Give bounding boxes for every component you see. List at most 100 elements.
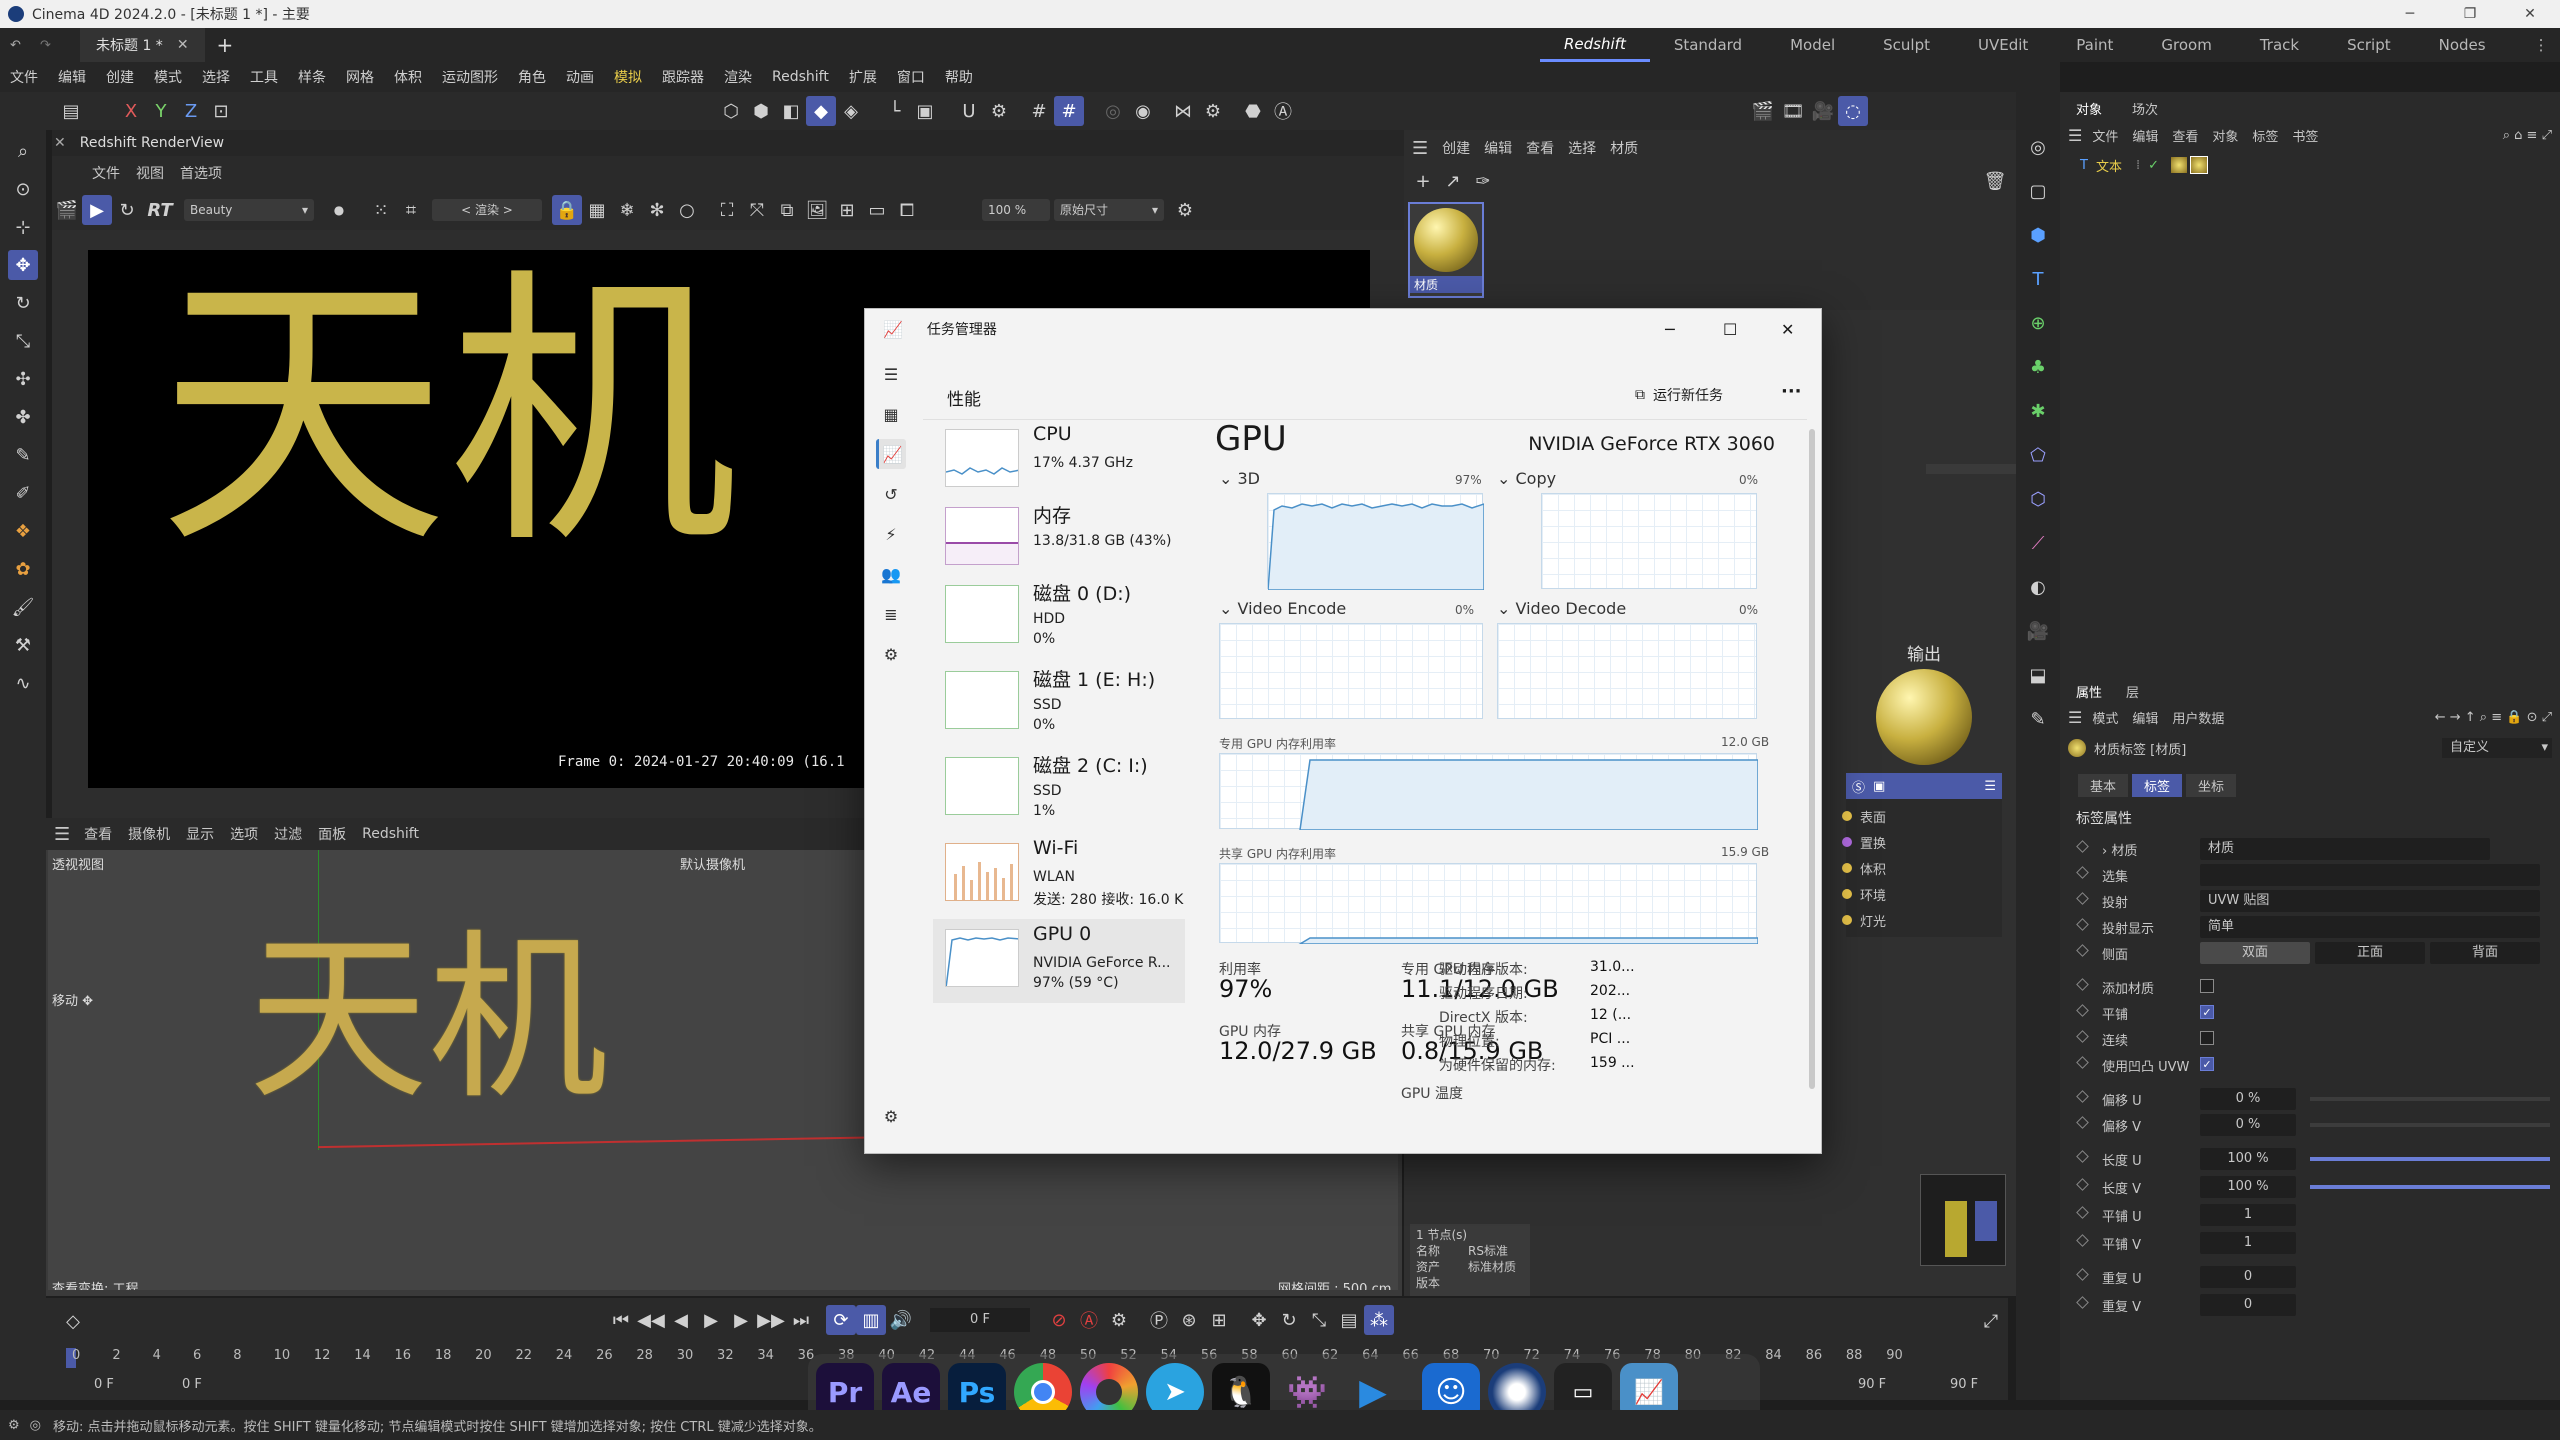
- anim-diamond-icon[interactable]: [2076, 1116, 2089, 1129]
- status-refresh-icon[interactable]: ◎: [30, 1418, 41, 1433]
- document-tab[interactable]: 未标题 1 * ✕: [80, 28, 205, 62]
- settings-gear-icon[interactable]: ⚙: [1170, 195, 1200, 225]
- tiles-v-field[interactable]: 1: [2200, 1232, 2296, 1254]
- rv-menu-prefs[interactable]: 首选项: [180, 163, 222, 183]
- tab-objects[interactable]: 对象: [2076, 99, 2102, 118]
- menu-render[interactable]: 渲染: [714, 67, 762, 87]
- spline-pen-icon[interactable]: ✎: [8, 440, 38, 470]
- port-light[interactable]: 灯光: [1842, 907, 2002, 933]
- rgb-icon[interactable]: ●: [324, 195, 354, 225]
- layout-tab-redshift[interactable]: Redshift: [1540, 28, 1650, 62]
- axis-mode-icon[interactable]: └: [880, 96, 910, 126]
- symmetry-icon[interactable]: ⋈: [1168, 96, 1198, 126]
- axis-z-button[interactable]: Z: [176, 96, 206, 126]
- camera-side-icon[interactable]: 🎥: [2023, 616, 2053, 646]
- side-front-button[interactable]: 正面: [2315, 942, 2425, 964]
- offset-v-slider[interactable]: [2310, 1123, 2550, 1127]
- prev-frame-icon[interactable]: ◀: [666, 1305, 696, 1335]
- tm-settings-icon[interactable]: ⚙: [876, 1101, 906, 1131]
- lock-icon[interactable]: 🔒: [552, 195, 582, 225]
- resource-disk-2[interactable]: 磁盘 2 (C: I:) SSD 1%: [933, 747, 1185, 831]
- repeat-u-field[interactable]: 0: [2200, 1266, 2296, 1288]
- redo-icon[interactable]: ↷: [40, 38, 60, 53]
- anim-diamond-icon[interactable]: [2076, 1178, 2089, 1191]
- resource-cpu[interactable]: CPU 17% 4.37 GHz: [933, 419, 1185, 503]
- graph-decode-label[interactable]: ⌄ Video Decode: [1497, 599, 1626, 618]
- texture-mode-icon[interactable]: ◈: [836, 96, 866, 126]
- eyedropper-icon[interactable]: ✑: [1468, 166, 1498, 196]
- range-start-b[interactable]: 0 F: [182, 1377, 202, 1392]
- workplane-icon[interactable]: ▣: [910, 96, 940, 126]
- resource-wifi[interactable]: Wi-Fi WLAN 发送: 280 接收: 16.0 K: [933, 833, 1185, 917]
- material-swatch[interactable]: 材质: [1408, 202, 1484, 298]
- menu-edit[interactable]: 编辑: [48, 67, 96, 87]
- port-environment[interactable]: 环境: [1842, 881, 2002, 907]
- keyframe-icon[interactable]: ◇: [58, 1306, 88, 1336]
- focus-icon[interactable]: ⛶: [712, 195, 742, 225]
- vp-menu-display[interactable]: 显示: [186, 824, 214, 844]
- graph-copy-label[interactable]: ⌄ Copy: [1497, 469, 1556, 488]
- projection-display-select[interactable]: 简单: [2200, 916, 2540, 938]
- deformer-icon[interactable]: ❖: [8, 516, 38, 546]
- layout-menu-icon[interactable]: ⋮: [2510, 28, 2560, 62]
- effector-icon[interactable]: ✱: [2023, 396, 2053, 426]
- layout-tab-script[interactable]: Script: [2323, 28, 2415, 62]
- spline-sketch-icon[interactable]: ✐: [8, 478, 38, 508]
- render-view-icon[interactable]: 🎞: [1778, 96, 1808, 126]
- anim-diamond-icon[interactable]: [2076, 1206, 2089, 1219]
- obj-menu-bookmarks[interactable]: 书签: [2292, 126, 2318, 145]
- material-link-field[interactable]: 材质: [2200, 838, 2490, 860]
- object-name[interactable]: 文本: [2096, 156, 2122, 175]
- camera-label[interactable]: 默认摄像机: [680, 854, 745, 873]
- render-settings-icon[interactable]: 🎥: [1808, 96, 1838, 126]
- light-side-icon[interactable]: ◐: [2023, 572, 2053, 602]
- pen-side-icon[interactable]: ✎: [2023, 704, 2053, 734]
- clapper-icon[interactable]: 🎬: [52, 195, 82, 225]
- viewport-text[interactable]: 天机: [248, 930, 608, 1110]
- search-icon[interactable]: ⌕: [8, 136, 38, 166]
- go-end-icon[interactable]: ⏭: [786, 1305, 816, 1335]
- spline-side-icon[interactable]: ⟋: [2023, 528, 2053, 558]
- text-icon[interactable]: T: [2023, 264, 2053, 294]
- position-key-icon[interactable]: ✥: [1244, 1305, 1274, 1335]
- refresh-icon[interactable]: ↻: [112, 195, 142, 225]
- minimize-icon[interactable]: ─: [2380, 6, 2440, 22]
- undo-icon[interactable]: ↶: [10, 38, 30, 53]
- range-icon[interactable]: ▥: [856, 1305, 886, 1335]
- magnet-icon[interactable]: ∿: [8, 668, 38, 698]
- length-u-slider[interactable]: [2310, 1157, 2550, 1161]
- bucket-icon[interactable]: ▦: [582, 195, 612, 225]
- cube-outline-icon[interactable]: ▢: [2023, 176, 2053, 206]
- vp-menu-view[interactable]: 查看: [84, 824, 112, 844]
- aov-select[interactable]: Beauty ▾: [184, 199, 314, 221]
- subtab-coords[interactable]: 坐标: [2186, 773, 2237, 797]
- range-end-b[interactable]: 90 F: [1950, 1377, 1978, 1392]
- mat-menu-select[interactable]: 选择: [1568, 138, 1596, 158]
- menu-window[interactable]: 窗口: [887, 67, 935, 87]
- attribute-menu-icon[interactable]: ☰: [2068, 708, 2082, 727]
- apply-material-icon[interactable]: ↗: [1438, 166, 1468, 196]
- go-start-icon[interactable]: ⏮: [606, 1305, 636, 1335]
- material-menu-icon[interactable]: ☰: [1412, 138, 1428, 159]
- tm-minimize-icon[interactable]: ─: [1665, 320, 1675, 339]
- port-surface[interactable]: 表面: [1842, 803, 2002, 829]
- close-tab-icon[interactable]: ✕: [177, 37, 189, 53]
- layout-tab-groom[interactable]: Groom: [2137, 28, 2235, 62]
- attr-menu-edit[interactable]: 编辑: [2132, 708, 2158, 727]
- mat-menu-material[interactable]: 材质: [1610, 138, 1638, 158]
- generator-icon[interactable]: ⊕: [2023, 308, 2053, 338]
- object-search-icon[interactable]: ⌕ ⌂ ≡ ⤢: [2503, 128, 2552, 143]
- tm-maximize-icon[interactable]: ☐: [1723, 320, 1737, 339]
- pv-icon[interactable]: ▭: [862, 195, 892, 225]
- render-select[interactable]: < 渲染 >: [432, 199, 542, 221]
- pla-key-icon[interactable]: ⁂: [1364, 1305, 1394, 1335]
- obj-menu-view[interactable]: 查看: [2172, 126, 2198, 145]
- layout-tab-track[interactable]: Track: [2236, 28, 2323, 62]
- users-icon[interactable]: 👥: [876, 559, 906, 589]
- snap-settings-icon[interactable]: ⚙: [984, 96, 1014, 126]
- object-menu-icon[interactable]: ☰: [2068, 126, 2082, 145]
- close-panel-icon[interactable]: ✕: [54, 135, 66, 151]
- attribute-mode-select[interactable]: 自定义 ▾: [2442, 738, 2552, 758]
- snap-icon[interactable]: U: [954, 96, 984, 126]
- brush-icon[interactable]: 🖌: [8, 592, 38, 622]
